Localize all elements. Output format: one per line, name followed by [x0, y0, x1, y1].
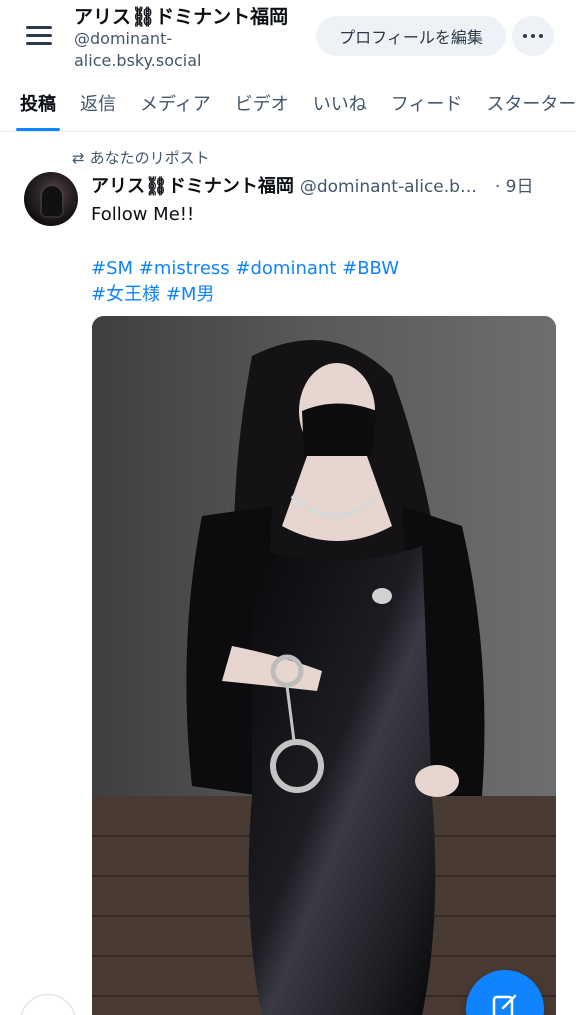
post-hashtags: #SM #mistress #dominant #BBW #女王様 #M男 — [91, 256, 399, 308]
tab-replies[interactable]: 返信 — [68, 78, 128, 131]
repost-icon: ⇄ — [72, 148, 85, 167]
hashtag-link[interactable]: #dominant — [235, 258, 336, 279]
profile-handle: @dominant-alice.bsky.social — [74, 29, 202, 70]
tab-likes[interactable]: いいね — [301, 78, 379, 131]
edit-profile-button[interactable]: プロフィールを編集 — [316, 16, 506, 56]
post-timestamp[interactable]: · 9日 — [495, 172, 534, 197]
post-header: アリス⛓ドミナント福岡 @dominant-alice.bsky.social … — [91, 172, 561, 198]
repost-indicator: ⇄ あなたのリポスト — [72, 147, 210, 168]
tab-posts[interactable]: 投稿 — [0, 78, 68, 131]
tab-starter-packs[interactable]: スターター — [474, 78, 576, 131]
post-author-name[interactable]: アリス⛓ドミナント福岡 — [91, 172, 294, 198]
tab-videos[interactable]: ビデオ — [223, 78, 301, 131]
hashtag-link[interactable]: #mistress — [139, 258, 230, 279]
post-text: Follow Me!! — [91, 204, 195, 225]
hashtag-link[interactable]: #SM — [91, 258, 133, 279]
photo-illustration — [92, 316, 556, 1015]
hamburger-menu-icon[interactable] — [22, 22, 56, 50]
more-options-button[interactable] — [512, 16, 554, 56]
compose-icon — [492, 994, 517, 1015]
hashtag-link[interactable]: #M男 — [166, 284, 215, 305]
repost-label: あなたのリポスト — [89, 149, 210, 167]
tab-feeds[interactable]: フィード — [379, 78, 475, 131]
hashtag-link[interactable]: #BBW — [342, 258, 399, 279]
post-image[interactable] — [92, 316, 556, 1015]
profile-header: アリス⛓ドミナント福岡 @dominant-alice.bsky.social … — [0, 0, 576, 78]
profile-display-name: アリス⛓ドミナント福岡 — [74, 6, 289, 28]
scroll-top-button[interactable] — [20, 994, 76, 1015]
hashtag-link[interactable]: #女王様 — [91, 284, 160, 305]
hashtag-line-1: #SM #mistress #dominant #BBW — [91, 256, 399, 282]
tab-media[interactable]: メディア — [128, 78, 223, 131]
author-avatar[interactable] — [24, 172, 78, 226]
ellipsis-icon — [523, 34, 527, 38]
profile-tabs: 投稿 返信 メディア ビデオ いいね フィード スターター — [0, 78, 576, 132]
post-author-handle[interactable]: @dominant-alice.bsky.social — [300, 177, 485, 197]
hashtag-line-2: #女王様 #M男 — [91, 282, 399, 308]
